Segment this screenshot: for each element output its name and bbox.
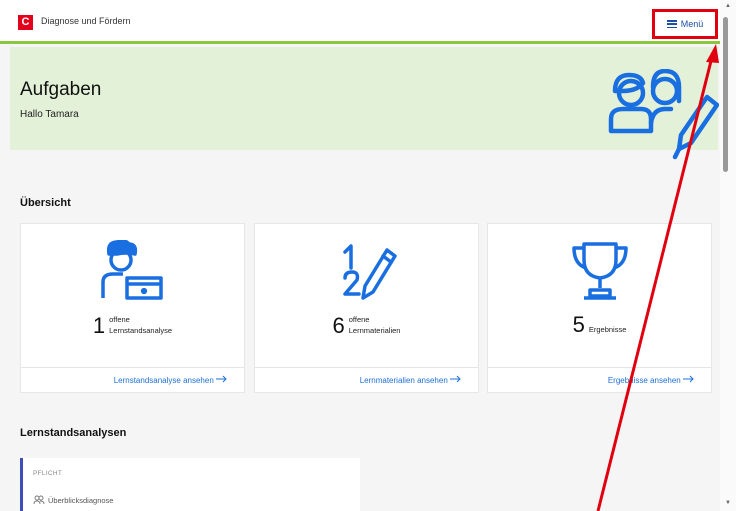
- people-icon: [33, 495, 45, 505]
- student-screen-icon: [100, 240, 163, 300]
- list-item[interactable]: PFLICHT Überblicksdiagnose: [20, 458, 360, 511]
- arrow-right-icon: [450, 375, 461, 383]
- top-bar: C Diagnose und Fördern Menü: [0, 0, 736, 44]
- link-label: Lernstandsanalyse ansehen: [113, 376, 214, 385]
- app-logo[interactable]: C: [18, 15, 33, 30]
- menu-button[interactable]: Menü: [652, 9, 718, 39]
- open-analyses-count: 1: [92, 313, 106, 338]
- card-label-line2: Lernmaterialien: [348, 326, 401, 335]
- overview-heading: Übersicht: [20, 197, 71, 209]
- view-results-link[interactable]: Ergebnisse ansehen: [608, 375, 695, 385]
- greeting-text: Hallo Tamara: [20, 109, 79, 120]
- menu-label: Menü: [680, 19, 704, 29]
- scroll-down-icon[interactable]: ▼: [725, 500, 731, 506]
- task-name: Überblicksdiagnose: [48, 495, 114, 505]
- card-label-line2: Lernstandsanalyse: [109, 326, 173, 335]
- people-pencil-icon: [608, 69, 719, 160]
- app-title[interactable]: Diagnose und Fördern: [41, 16, 131, 26]
- card-label-line2: Ergebnisse: [588, 325, 627, 334]
- view-materials-link[interactable]: Lernmaterialien ansehen: [360, 375, 462, 385]
- card-label-line1: offene: [348, 315, 370, 324]
- hero-banner: Aufgaben Hallo Tamara: [10, 47, 719, 160]
- arrow-right-icon: [683, 375, 694, 383]
- hamburger-icon: [666, 20, 677, 28]
- scroll-up-icon[interactable]: ▲: [725, 3, 731, 9]
- card-lernstandsanalyse: 1 offene Lernstandsanalyse Lernstandsana…: [20, 223, 245, 393]
- arrow-right-icon: [216, 375, 227, 383]
- page-title: Aufgaben: [20, 79, 102, 100]
- card-ergebnisse: 5 Ergebnisse Ergebnisse ansehen: [487, 223, 712, 393]
- view-analyses-link[interactable]: Lernstandsanalyse ansehen: [114, 375, 228, 385]
- scrollbar[interactable]: ▲ ▼: [720, 0, 736, 511]
- link-label: Ergebnisse ansehen: [607, 376, 681, 385]
- trophy-icon: [571, 242, 628, 300]
- link-label: Lernmaterialien ansehen: [359, 376, 448, 385]
- mandatory-tag: PFLICHT: [33, 470, 63, 477]
- scrollbar-thumb[interactable]: [723, 17, 728, 172]
- analyses-heading: Lernstandsanalysen: [20, 427, 127, 439]
- card-label-line1: offene: [109, 315, 130, 324]
- card-lernmaterialien: 6 offene Lernmaterialien Lernmaterialien…: [254, 223, 479, 393]
- numbers-pencil-icon: [342, 244, 397, 300]
- results-count: 5: [572, 312, 585, 337]
- open-materials-count: 6: [332, 313, 345, 338]
